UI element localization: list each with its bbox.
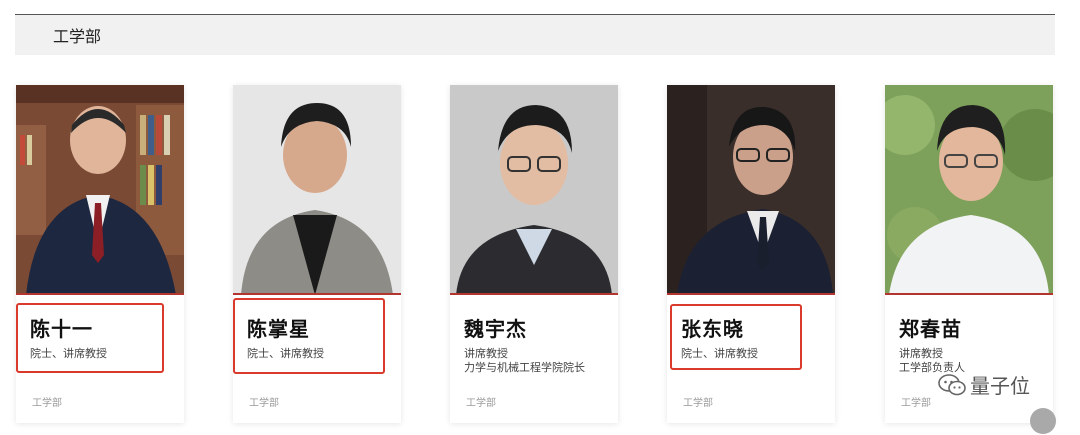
- highlight-box: [16, 303, 164, 373]
- card-accent-line: [16, 293, 184, 295]
- portrait-image: [233, 85, 401, 295]
- person-name: 郑春苗: [899, 317, 962, 341]
- section-header: 工学部: [15, 15, 1055, 55]
- person-photo: [667, 85, 835, 295]
- portrait-image: [667, 85, 835, 295]
- person-dept: 工学部: [32, 398, 62, 409]
- person-title: 讲席教授: [899, 347, 943, 360]
- page: 工学部 陈十一 院士、讲席教授 工学部 陈掌星 院士、讲席教授 工学部 魏宇杰 …: [0, 0, 1080, 435]
- person-dept: 工学部: [249, 398, 279, 409]
- portrait-image: [450, 85, 618, 295]
- card-accent-line: [885, 293, 1053, 295]
- person-dept: 工学部: [683, 398, 713, 409]
- section-title: 工学部: [53, 27, 102, 46]
- card-accent-line: [233, 293, 401, 295]
- watermark: 量子位: [938, 370, 1030, 399]
- card-accent-line: [450, 293, 618, 295]
- wechat-icon: [938, 373, 966, 395]
- person-card-3[interactable]: 魏宇杰 讲席教授 力学与机械工程学院院长 工学部: [450, 85, 618, 423]
- person-photo: [885, 85, 1053, 295]
- watermark-text: 量子位: [970, 374, 1030, 398]
- person-title-2: 力学与机械工程学院院长: [464, 361, 585, 374]
- person-photo: [233, 85, 401, 295]
- person-photo: [450, 85, 618, 295]
- portrait-image: [16, 85, 184, 295]
- portrait-image: [885, 85, 1053, 295]
- card-accent-line: [667, 293, 835, 295]
- highlight-box: [233, 298, 385, 374]
- person-card-4[interactable]: 张东晓 院士、讲席教授 工学部: [667, 85, 835, 423]
- person-dept: 工学部: [466, 398, 496, 409]
- scroll-to-top-button[interactable]: [1030, 408, 1056, 434]
- highlight-box: [670, 304, 802, 370]
- person-title: 讲席教授: [464, 347, 508, 360]
- person-name: 魏宇杰: [464, 317, 527, 341]
- person-photo: [16, 85, 184, 295]
- person-dept: 工学部: [901, 398, 931, 409]
